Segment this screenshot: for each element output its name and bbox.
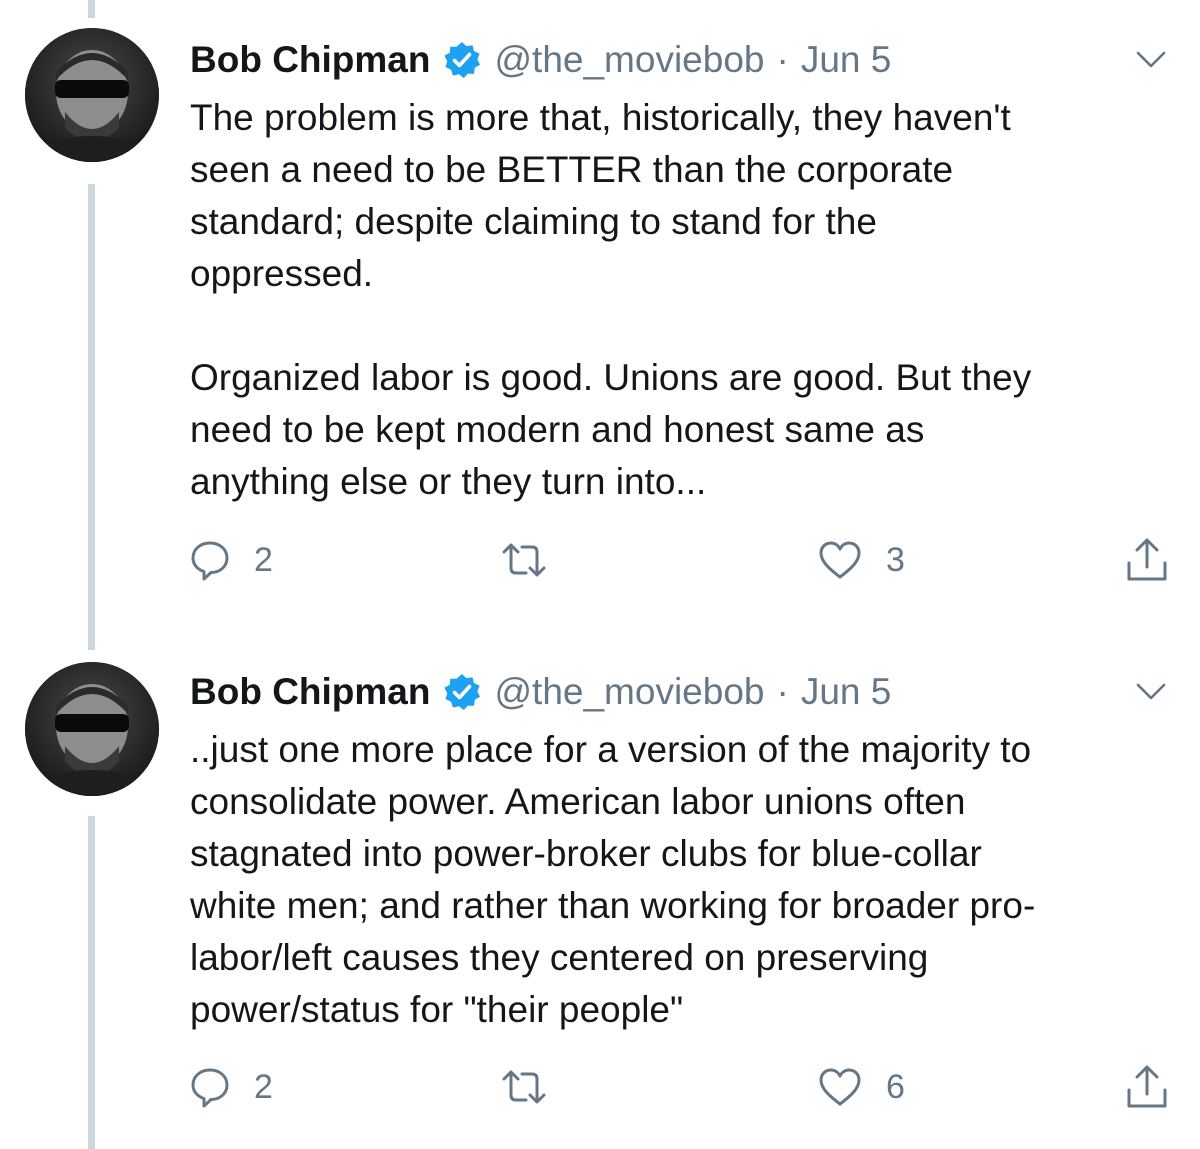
like-button[interactable]: 3 [818, 535, 905, 585]
reply-count: 2 [254, 1067, 273, 1106]
like-count: 3 [886, 540, 905, 579]
tweet[interactable]: Bob Chipman @the_moviebob · Jun 5 ..just… [0, 640, 1200, 1149]
chevron-down-icon[interactable] [1136, 682, 1166, 702]
tweet-date[interactable]: Jun 5 [801, 39, 892, 81]
retweet-icon [500, 1067, 548, 1107]
separator-dot: · [776, 671, 789, 712]
reply-bubble-icon [190, 539, 230, 581]
reply-count: 2 [254, 540, 273, 579]
separator-dot: · [776, 39, 789, 80]
heart-icon [818, 540, 862, 580]
share-button[interactable] [1125, 1062, 1169, 1112]
share-button[interactable] [1125, 535, 1169, 585]
heart-icon [818, 1067, 862, 1107]
reply-button[interactable]: 2 [190, 1062, 273, 1112]
like-count: 6 [886, 1067, 905, 1106]
tweet-actions: 2 6 [190, 1062, 1180, 1112]
share-icon [1125, 1064, 1169, 1110]
tweet-header: Bob Chipman @the_moviebob · Jun 5 [190, 38, 891, 82]
tweet-text: The problem is more that, historically, … [190, 97, 1032, 502]
like-button[interactable]: 6 [818, 1062, 905, 1112]
tweet-header: Bob Chipman @the_moviebob · Jun 5 [190, 670, 891, 714]
retweet-button[interactable] [500, 1062, 572, 1112]
avatar[interactable] [25, 662, 159, 796]
reply-button[interactable]: 2 [190, 535, 273, 585]
user-handle[interactable]: @the_moviebob [494, 39, 764, 81]
tweet-actions: 2 3 [190, 535, 1180, 585]
tweet-date[interactable]: Jun 5 [801, 671, 892, 713]
display-name[interactable]: Bob Chipman [190, 39, 430, 81]
verified-badge-icon [442, 672, 482, 712]
retweet-icon [500, 540, 548, 580]
retweet-button[interactable] [500, 535, 572, 585]
chevron-down-icon[interactable] [1136, 50, 1166, 70]
tweet[interactable]: Bob Chipman @the_moviebob · Jun 5 The pr… [0, 0, 1200, 640]
verified-badge-icon [442, 40, 482, 80]
reply-bubble-icon [190, 1066, 230, 1108]
tweet-text: ..just one more place for a version of t… [190, 729, 1036, 1030]
display-name[interactable]: Bob Chipman [190, 671, 430, 713]
avatar[interactable] [25, 28, 159, 162]
share-icon [1125, 537, 1169, 583]
user-handle[interactable]: @the_moviebob [494, 671, 764, 713]
